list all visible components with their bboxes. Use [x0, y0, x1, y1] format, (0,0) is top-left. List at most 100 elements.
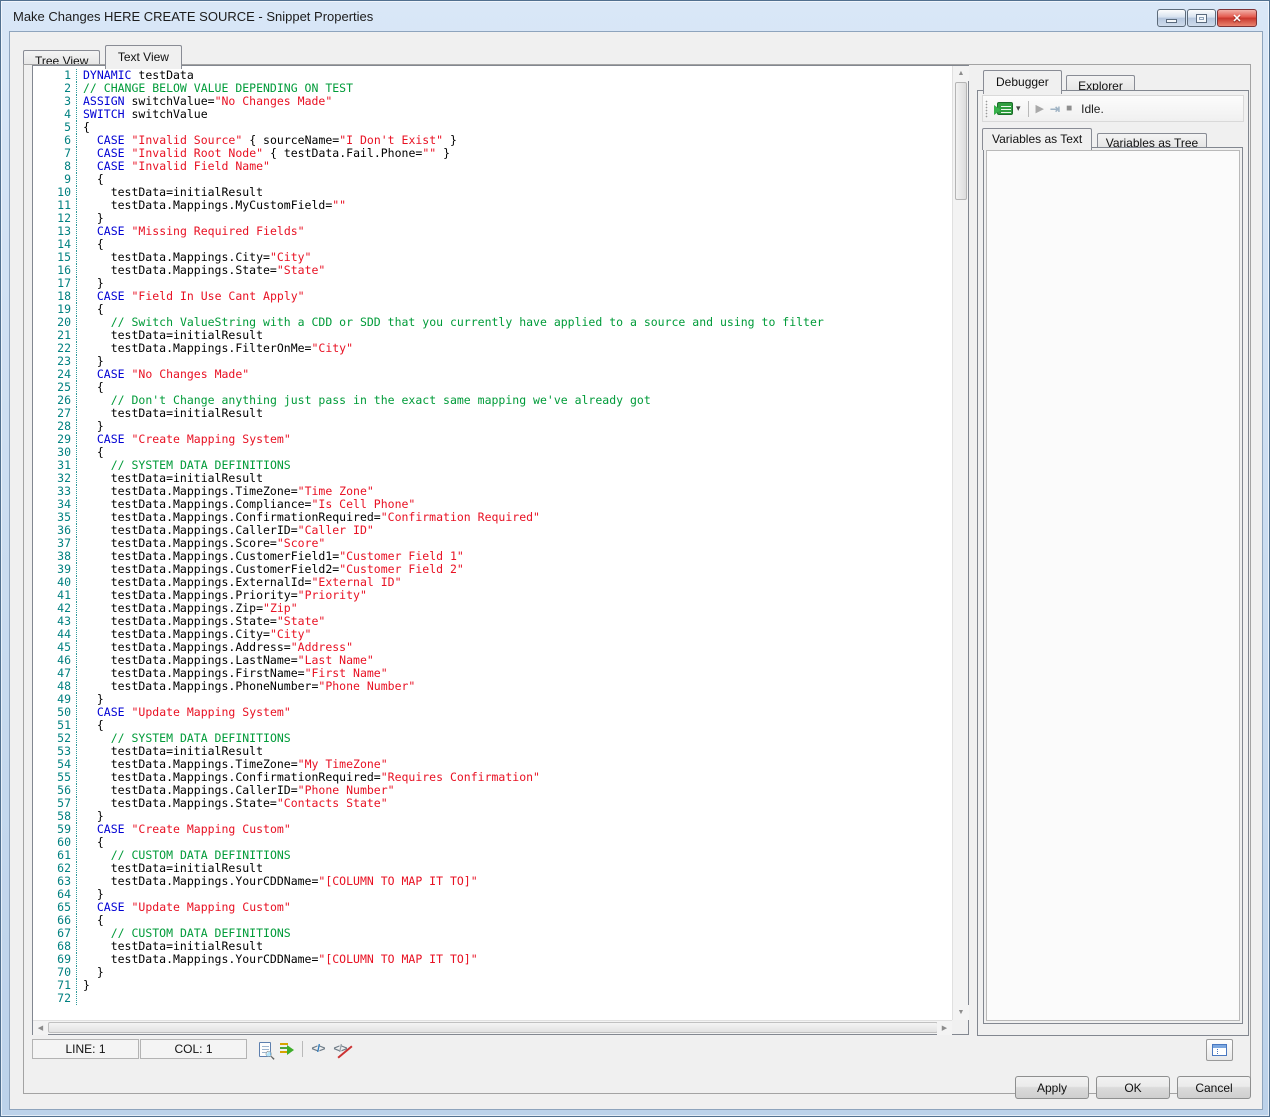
- line-number: 72: [33, 992, 77, 1005]
- code-line[interactable]: 71}: [33, 979, 952, 992]
- scroll-left-button[interactable]: ◀: [33, 1021, 48, 1035]
- code-line[interactable]: 4SWITCH switchValue: [33, 108, 952, 121]
- code-line[interactable]: 22 testData.Mappings.FilterOnMe="City": [33, 342, 952, 355]
- scroll-down-button[interactable]: ▼: [953, 1005, 969, 1020]
- snippet-properties-window: Make Changes HERE CREATE SOURCE - Snippe…: [0, 0, 1270, 1117]
- code-tags-icon: </>: [312, 1043, 325, 1055]
- code-line[interactable]: 57 testData.Mappings.State="Contacts Sta…: [33, 797, 952, 810]
- code-line[interactable]: 70 }: [33, 966, 952, 979]
- code-text: }: [77, 979, 90, 992]
- column-indicator: COL: 1: [140, 1039, 247, 1059]
- toolbar-separator: [302, 1041, 303, 1057]
- panel-toggle-icon: [1212, 1044, 1227, 1056]
- code-line[interactable]: 72: [33, 992, 952, 1005]
- debugger-panel: Debugger Explorer ▾ ▶: [977, 70, 1249, 1036]
- code-line[interactable]: 18 CASE "Field In Use Cant Apply": [33, 290, 952, 303]
- tab-text-view[interactable]: Text View: [105, 45, 182, 69]
- code-text: testData.Mappings.MyCustomField="": [77, 199, 346, 212]
- code-text: testData.Mappings.FilterOnMe="City": [77, 342, 353, 355]
- tab-variables-as-text[interactable]: Variables as Text: [982, 128, 1092, 150]
- window-title: Make Changes HERE CREATE SOURCE - Snippe…: [13, 9, 373, 24]
- scrollbar-corner: [952, 1020, 968, 1034]
- debugger-content: ▾ ▶ ⇥ ■ Idle.: [977, 90, 1249, 1036]
- scroll-left-icon: ◀: [38, 1024, 43, 1032]
- play-icon: ▶: [1036, 102, 1044, 115]
- code-text: CASE "Create Mapping Custom": [77, 823, 291, 836]
- run-dropdown-icon[interactable]: ▾: [1016, 103, 1021, 114]
- scroll-right-button[interactable]: ▶: [937, 1021, 952, 1035]
- code-text: [77, 992, 83, 1005]
- close-button[interactable]: ✕: [1217, 9, 1257, 27]
- step-into-button[interactable]: ⇥: [1047, 98, 1063, 120]
- scroll-up-button[interactable]: ▲: [953, 66, 969, 81]
- code-text: testData.Mappings.State="Contacts State": [77, 797, 388, 810]
- text-view-pane: 1DYNAMIC testData2// CHANGE BELOW VALUE …: [23, 64, 1251, 1094]
- maximize-icon: [1196, 14, 1207, 23]
- code-line[interactable]: 48 testData.Mappings.PhoneNumber="Phone …: [33, 680, 952, 693]
- code-text: SWITCH switchValue: [77, 108, 208, 121]
- minimize-icon: [1166, 19, 1177, 23]
- tab-debugger[interactable]: Debugger: [983, 70, 1062, 94]
- code-text: CASE "Create Mapping System": [77, 433, 291, 446]
- close-icon: ✕: [1232, 12, 1241, 25]
- toolbar-separator: [1028, 101, 1029, 117]
- apply-button[interactable]: Apply: [1015, 1076, 1089, 1099]
- continue-button[interactable]: ▶: [1033, 98, 1047, 120]
- code-editor[interactable]: 1DYNAMIC testData2// CHANGE BELOW VALUE …: [32, 65, 969, 1035]
- code-text: CASE "Field In Use Cant Apply": [77, 290, 305, 303]
- code-text: CASE "Invalid Field Name": [77, 160, 270, 173]
- code-text: CASE "Update Mapping Custom": [77, 901, 291, 914]
- minimize-button[interactable]: [1157, 9, 1186, 27]
- variables-panel-content[interactable]: [986, 150, 1240, 1021]
- scroll-up-icon: ▲: [958, 70, 965, 77]
- hide-code-tags-button[interactable]: </>: [329, 1040, 351, 1058]
- code-text: testData.Mappings.PhoneNumber="Phone Num…: [77, 680, 415, 693]
- code-line[interactable]: 59 CASE "Create Mapping Custom": [33, 823, 952, 836]
- variables-panel: [983, 147, 1243, 1024]
- ok-button[interactable]: OK: [1096, 1076, 1170, 1099]
- code-text: }: [77, 966, 104, 979]
- code-text: CASE "Update Mapping System": [77, 706, 291, 719]
- panel-toggle-button[interactable]: [1206, 1039, 1233, 1061]
- format-code-icon: [280, 1042, 294, 1056]
- step-into-icon: ⇥: [1050, 102, 1060, 116]
- stop-button[interactable]: ■: [1063, 98, 1075, 120]
- code-line[interactable]: 8 CASE "Invalid Field Name": [33, 160, 952, 173]
- editor-status-bar: LINE: 1 COL: 1 </>: [32, 1039, 969, 1059]
- run-button[interactable]: ▾: [994, 98, 1024, 120]
- code-line[interactable]: 50 CASE "Update Mapping System": [33, 706, 952, 719]
- code-line[interactable]: 69 testData.Mappings.YourCDDName="[COLUM…: [33, 953, 952, 966]
- maximize-button[interactable]: [1187, 9, 1216, 27]
- code-line[interactable]: 29 CASE "Create Mapping System": [33, 433, 952, 446]
- scroll-right-icon: ▶: [942, 1024, 947, 1032]
- code-lines[interactable]: 1DYNAMIC testData2// CHANGE BELOW VALUE …: [33, 66, 952, 1020]
- run-icon: [997, 102, 1013, 115]
- code-line[interactable]: 27 testData=initialResult: [33, 407, 952, 420]
- debugger-toolbar: ▾ ▶ ⇥ ■ Idle.: [982, 95, 1244, 122]
- code-line[interactable]: 11 testData.Mappings.MyCustomField="": [33, 199, 952, 212]
- vertical-scrollbar[interactable]: ▲ ▼: [952, 66, 968, 1020]
- code-line[interactable]: 13 CASE "Missing Required Fields": [33, 225, 952, 238]
- format-code-button[interactable]: [276, 1040, 298, 1058]
- code-line[interactable]: 16 testData.Mappings.State="State": [33, 264, 952, 277]
- stop-icon: ■: [1066, 103, 1072, 114]
- view-tabs: Tree View Text View: [23, 45, 182, 65]
- toolbar-grip[interactable]: [985, 100, 990, 118]
- code-text: testData.Mappings.YourCDDName="[COLUMN T…: [77, 953, 478, 966]
- code-text: testData.Mappings.State="State": [77, 264, 325, 277]
- horizontal-scrollbar[interactable]: ◀ ▶: [33, 1020, 952, 1034]
- find-in-document-button[interactable]: [254, 1040, 276, 1058]
- debugger-status-label: Idle.: [1081, 102, 1104, 116]
- code-line[interactable]: 65 CASE "Update Mapping Custom": [33, 901, 952, 914]
- cancel-button[interactable]: Cancel: [1177, 1076, 1251, 1099]
- show-code-tags-button[interactable]: </>: [307, 1040, 329, 1058]
- code-text: testData.Mappings.YourCDDName="[COLUMN T…: [77, 875, 478, 888]
- code-line[interactable]: 63 testData.Mappings.YourCDDName="[COLUM…: [33, 875, 952, 888]
- line-indicator: LINE: 1: [32, 1039, 139, 1059]
- code-line[interactable]: 24 CASE "No Changes Made": [33, 368, 952, 381]
- horizontal-scroll-thumb[interactable]: [48, 1022, 938, 1033]
- find-document-icon: [259, 1042, 271, 1057]
- vertical-scroll-thumb[interactable]: [955, 82, 967, 200]
- title-bar[interactable]: Make Changes HERE CREATE SOURCE - Snippe…: [1, 1, 1269, 31]
- code-text: testData=initialResult: [77, 407, 263, 420]
